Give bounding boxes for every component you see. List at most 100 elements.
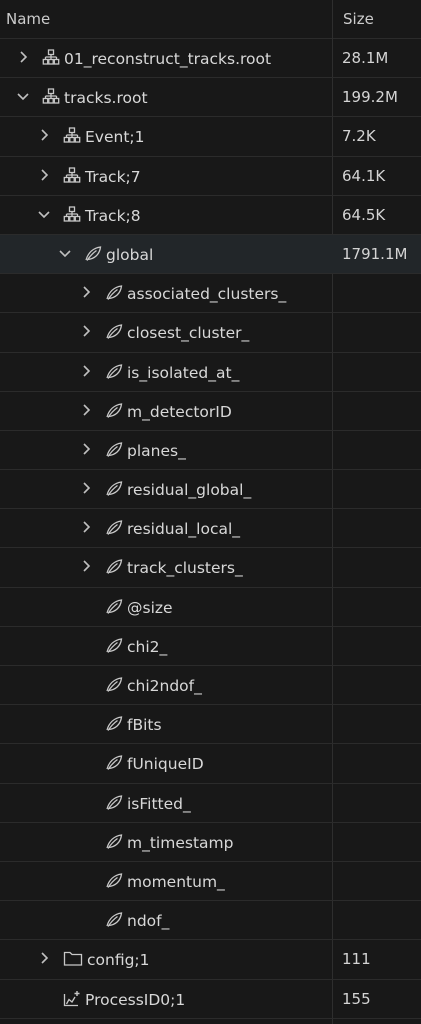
chevron-right-icon[interactable] [79,481,93,495]
tree-row-name-cell: is_isolated_at_ [0,353,330,391]
tree-row-label: Event;1 [85,128,145,147]
leaf-icon [105,833,123,850]
tree-row-name-cell: residual_local_ [0,509,330,547]
tree-row[interactable]: Event;1 7.2K [0,117,421,157]
leaf-icon [105,441,123,458]
tree-row[interactable]: chi2_ [0,627,421,666]
histogram-icon [63,990,81,1007]
leaf-icon [105,519,123,536]
tree-row[interactable]: chi2ndof_ [0,666,421,706]
tree-row-label: closest_cluster_ [127,324,250,343]
tree-row[interactable]: fBits [0,705,421,745]
tree-row-size: 28.1M [342,49,389,67]
column-header-size[interactable]: Size [343,0,421,38]
tree-row[interactable]: m_timestamp [0,823,421,862]
tree-rows: 01_reconstruct_tracks.root 28.1M tracks.ro… [0,39,421,1019]
tree-row-label: 01_reconstruct_tracks.root [64,50,272,68]
chevron-down-icon[interactable] [58,246,72,260]
chevron-right-icon[interactable] [79,520,93,534]
tree-row[interactable]: closest_cluster_ [0,313,421,353]
chevron-right-icon[interactable] [37,168,51,182]
chevron-right-icon[interactable] [37,951,51,965]
tree-row-label: m_timestamp [127,833,234,852]
tree-row[interactable]: planes_ [0,431,421,471]
tree-row-label: tracks.root [64,89,148,108]
tree-icon [63,127,81,144]
tree-row-label: momentum_ [127,872,225,891]
leaf-icon [105,323,123,340]
tree-row-name-cell: chi2ndof_ [0,666,330,704]
tree-row-label: ProcessID0;1 [85,990,186,1009]
tree-row-name-cell: fUniqueID [0,744,330,782]
tree-row-size: 111 [342,950,371,969]
tree-row-label: config;1 [87,951,150,970]
chevron-down-icon[interactable] [16,89,30,103]
tree-icon [42,88,60,105]
tree-row[interactable]: track_clusters_ [0,548,421,588]
chevron-right-icon[interactable] [16,50,30,64]
tree-row-name-cell: config;1 [0,940,330,978]
tree-row-name-cell: m_detectorID [0,392,330,430]
tree-row-label: track_clusters_ [127,559,243,578]
tree-row-label: isFitted_ [127,794,191,813]
tree-row[interactable]: associated_clusters_ [0,274,421,314]
chevron-right-icon[interactable] [79,559,93,573]
leaf-icon [105,676,123,693]
tree-row-name-cell: closest_cluster_ [0,313,330,351]
leaf-icon [105,598,123,615]
tree-row[interactable]: momentum_ [0,862,421,902]
tree-row-label: global [106,245,154,264]
tree-row-name-cell: track_clusters_ [0,548,330,586]
tree-row-label: Track;7 [85,167,141,186]
tree-row[interactable]: ndof_ [0,901,421,941]
tree-row[interactable]: residual_local_ [0,509,421,549]
tree-row[interactable]: Track;8 64.5K [0,196,421,235]
tree-row-size: 64.1K [342,166,386,185]
chevron-right-icon[interactable] [37,128,51,142]
tree-row-name-cell: planes_ [0,431,330,469]
tree-row-label: fBits [127,716,162,735]
tree-row-name-cell: Track;7 [0,157,330,195]
tree-row-name-cell: global [0,235,330,273]
tree-row-name-cell: isFitted_ [0,784,330,822]
tree-icon [63,206,81,223]
leaf-icon [105,911,123,928]
tree-row-name-cell: chi2_ [0,627,330,665]
tree-row-name-cell: 01_reconstruct_tracks.root [0,39,330,77]
column-header-name[interactable]: Name [6,0,326,38]
chevron-right-icon[interactable] [79,285,93,299]
tree-row[interactable]: is_isolated_at_ [0,353,421,392]
tree-row-label: fUniqueID [127,755,204,774]
leaf-icon [105,402,123,419]
tree-row[interactable]: ProcessID0;1 155 [0,980,421,1019]
tree-row[interactable]: Track;7 64.1K [0,157,421,196]
tree-icon [63,166,81,184]
chevron-right-icon[interactable] [79,403,93,417]
leaf-icon [105,363,123,380]
tree-row-label: residual_global_ [127,481,252,500]
tree-row[interactable]: fUniqueID [0,744,421,784]
tree-row[interactable]: config;1 111 [0,940,421,980]
folder-icon [63,950,83,967]
tree-row[interactable]: m_detectorID [0,392,421,431]
tree-row[interactable]: isFitted_ [0,784,421,823]
tree-row[interactable]: 01_reconstruct_tracks.root 28.1M [0,39,421,79]
tree-row[interactable]: global 1791.1M [0,234,421,275]
tree-row-name-cell: residual_global_ [0,470,330,508]
chevron-down-icon[interactable] [37,207,51,221]
tree-row[interactable]: @size [0,588,421,627]
table-header: Name Size [0,0,421,39]
leaf-icon [105,284,123,301]
tree-row-size: 199.2M [342,88,398,107]
chevron-right-icon[interactable] [79,324,93,338]
chevron-right-icon[interactable] [79,442,93,456]
tree-row[interactable]: residual_global_ [0,470,421,510]
tree-row-name-cell: Track;8 [0,196,330,234]
leaf-icon [105,715,123,732]
tree-row-name-cell: Event;1 [0,117,330,155]
tree-row-label: planes_ [127,441,186,460]
tree-row-name-cell: tracks.root [0,78,330,116]
tree-row-name-cell: associated_clusters_ [0,274,330,312]
chevron-right-icon[interactable] [79,364,93,378]
tree-row[interactable]: tracks.root 199.2M [0,78,421,118]
